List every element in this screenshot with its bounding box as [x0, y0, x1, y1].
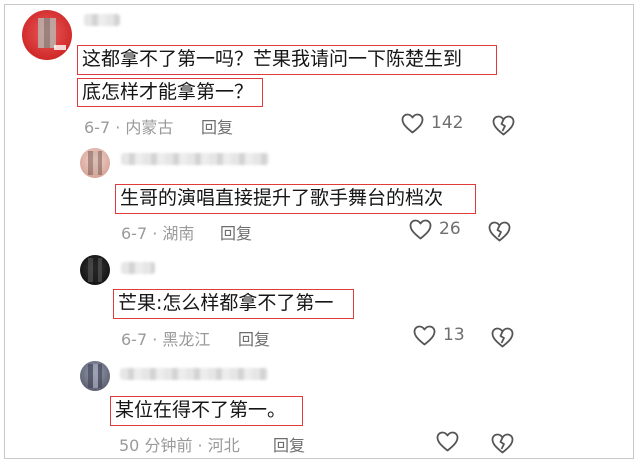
- comment-meta: 6-7 · 内蒙古: [84, 114, 173, 138]
- like-count: 26: [439, 219, 461, 239]
- comment-text: 芒果:怎么样都拿不了第一: [113, 289, 354, 319]
- avatar[interactable]: [22, 10, 72, 60]
- comment-meta: 6-7 · 黑龙江: [121, 326, 210, 350]
- heart-outline-icon: [409, 219, 432, 240]
- avatar[interactable]: [80, 361, 110, 391]
- reply-button[interactable]: 回复: [238, 326, 270, 350]
- like-button[interactable]: 26: [408, 218, 461, 240]
- heart-outline-icon: [401, 113, 424, 134]
- comment-date: 6-7: [84, 118, 111, 137]
- comment-text-line: 底怎样才能拿第一？: [77, 78, 263, 107]
- like-button[interactable]: 142: [400, 112, 463, 134]
- comment-meta: 50 分钟前 · 河北: [119, 432, 240, 456]
- username-blurred[interactable]: [84, 14, 120, 26]
- dislike-button[interactable]: [487, 220, 512, 242]
- broken-heart-icon: [492, 115, 515, 136]
- meta-separator: ·: [197, 436, 203, 455]
- dislike-button[interactable]: [490, 432, 515, 454]
- comment-location: 黑龙江: [162, 330, 211, 349]
- heart-outline-icon: [413, 325, 436, 346]
- like-button[interactable]: [435, 430, 466, 452]
- reply-button[interactable]: 回复: [201, 114, 233, 138]
- comment-text: 某位在得不了第一。: [110, 396, 303, 426]
- meta-separator: ·: [152, 330, 158, 349]
- comment-location: 内蒙古: [125, 118, 174, 137]
- like-count: 13: [443, 325, 465, 345]
- dislike-button[interactable]: [490, 326, 515, 348]
- comment-meta: 6-7 · 湖南: [121, 220, 194, 244]
- avatar-blur: [88, 364, 102, 388]
- username-blurred[interactable]: [121, 153, 269, 165]
- username-blurred[interactable]: [121, 262, 155, 274]
- meta-separator: ·: [115, 118, 121, 137]
- comment-text: 生哥的演唱直接提升了歌手舞台的档次: [115, 184, 476, 214]
- broken-heart-icon: [491, 327, 514, 348]
- broken-heart-icon: [488, 221, 511, 242]
- avatar-blur: [88, 151, 102, 175]
- meta-separator: ·: [152, 224, 158, 243]
- reply-button[interactable]: 回复: [220, 220, 252, 244]
- avatar[interactable]: [80, 148, 110, 178]
- avatar-blur: [38, 18, 56, 48]
- comment-date: 6-7: [121, 330, 148, 349]
- heart-outline-icon: [436, 431, 459, 452]
- comment-location: 湖南: [162, 224, 195, 243]
- dislike-button[interactable]: [491, 114, 516, 136]
- username-blurred[interactable]: [120, 368, 268, 380]
- avatar[interactable]: [80, 255, 110, 285]
- comment-location: 河北: [207, 436, 240, 455]
- avatar-badge: [54, 45, 66, 50]
- comment-text-line: 这都拿不了第一吗？芒果我请问一下陈楚生到: [77, 45, 497, 75]
- reply-button[interactable]: 回复: [273, 432, 305, 456]
- like-count: 142: [431, 113, 464, 133]
- comment-date: 6-7: [121, 224, 148, 243]
- avatar-blur: [88, 258, 102, 282]
- broken-heart-icon: [491, 433, 514, 454]
- like-button[interactable]: 13: [412, 324, 465, 346]
- comment-date: 50 分钟前: [119, 436, 193, 455]
